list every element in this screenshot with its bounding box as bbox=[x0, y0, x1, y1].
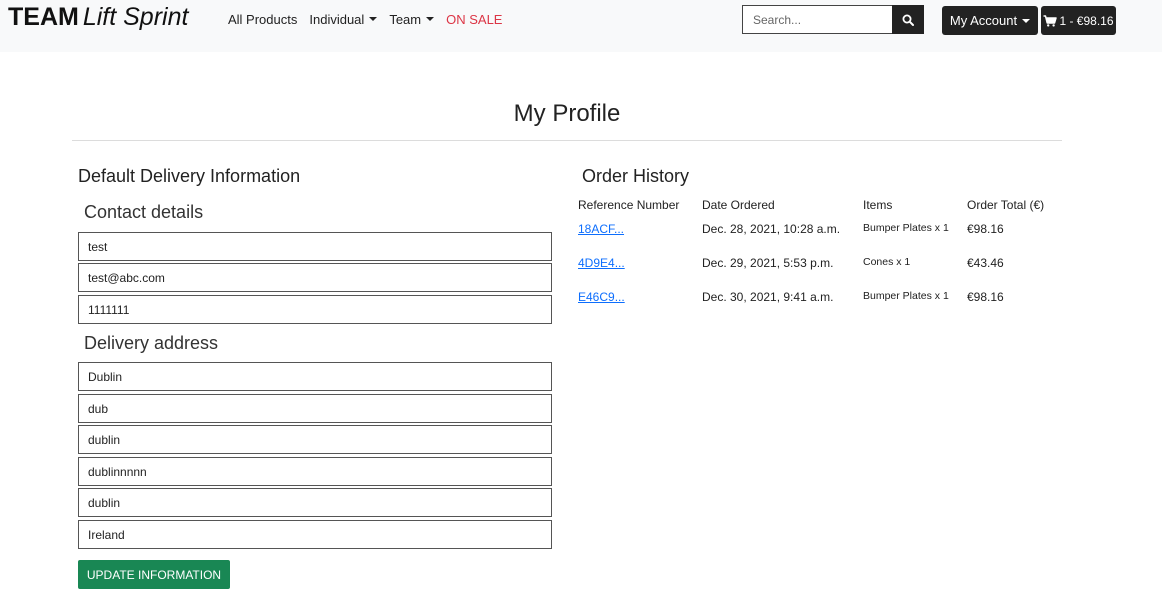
page-title: My Profile bbox=[513, 100, 621, 127]
bag-total-label: 1 - €98.16 bbox=[1059, 13, 1114, 28]
county-field[interactable] bbox=[78, 457, 552, 486]
nav-individual-dropdown[interactable]: Individual bbox=[309, 12, 378, 27]
navbar: TEAM Lift Sprint All Products Individual … bbox=[0, 0, 1162, 52]
order-total: €98.16 bbox=[967, 222, 1004, 236]
nav-on-sale[interactable]: ON SALE bbox=[446, 12, 502, 27]
full-name-field[interactable] bbox=[78, 232, 552, 261]
main-nav: All Products Individual Team ON SALE bbox=[228, 12, 514, 27]
brand-part1: TEAM bbox=[8, 3, 79, 31]
title-divider bbox=[72, 140, 1062, 141]
update-information-button[interactable]: UPDATE INFORMATION bbox=[78, 560, 230, 589]
town-city-field[interactable] bbox=[78, 425, 552, 454]
brand-part2: Lift Sprint bbox=[82, 3, 189, 31]
order-reference-link[interactable]: 18ACF... bbox=[578, 222, 624, 236]
order-items: Bumper Plates x 1 bbox=[863, 222, 949, 234]
shopping-cart-icon bbox=[1043, 14, 1058, 27]
order-items: Cones x 1 bbox=[863, 256, 911, 268]
order-date: Dec. 29, 2021, 5:53 p.m. bbox=[702, 256, 834, 270]
column-header-reference: Reference Number bbox=[578, 198, 680, 212]
brand-logo[interactable]: TEAM Lift Sprint bbox=[8, 3, 188, 32]
shopping-bag-button[interactable]: 1 - €98.16 bbox=[1041, 6, 1116, 35]
my-account-button[interactable]: My Account bbox=[942, 6, 1038, 35]
order-reference-link[interactable]: E46C9... bbox=[578, 290, 625, 304]
search-button[interactable] bbox=[892, 5, 924, 34]
order-date: Dec. 28, 2021, 10:28 a.m. bbox=[702, 222, 841, 236]
order-items: Bumper Plates x 1 bbox=[863, 290, 949, 302]
search-input[interactable] bbox=[742, 5, 893, 34]
email-field[interactable] bbox=[78, 263, 552, 292]
street-address-2-field[interactable] bbox=[78, 394, 552, 423]
postcode-field[interactable] bbox=[78, 488, 552, 517]
search-icon bbox=[902, 14, 914, 26]
caret-down-icon bbox=[369, 17, 378, 21]
country-field[interactable] bbox=[78, 520, 552, 549]
nav-all-products[interactable]: All Products bbox=[228, 12, 297, 27]
column-header-date: Date Ordered bbox=[702, 198, 775, 212]
nav-team-label: Team bbox=[389, 12, 422, 27]
street-address-1-field[interactable] bbox=[78, 362, 552, 391]
phone-number-field[interactable] bbox=[78, 295, 552, 324]
column-header-items: Items bbox=[863, 198, 893, 212]
order-total: €98.16 bbox=[967, 290, 1004, 304]
order-date: Dec. 30, 2021, 9:41 a.m. bbox=[702, 290, 834, 304]
caret-down-icon bbox=[1022, 18, 1031, 23]
order-reference-link[interactable]: 4D9E4... bbox=[578, 256, 625, 270]
nav-individual-label: Individual bbox=[309, 12, 365, 27]
my-account-label: My Account bbox=[949, 13, 1018, 28]
delivery-address-title: Delivery address bbox=[84, 333, 219, 353]
caret-down-icon bbox=[426, 17, 435, 21]
nav-team-dropdown[interactable]: Team bbox=[389, 12, 435, 27]
column-header-total: Order Total (€) bbox=[967, 198, 1045, 212]
order-total: €43.46 bbox=[967, 256, 1004, 270]
delivery-section-title: Default Delivery Information bbox=[78, 166, 301, 186]
contact-details-title: Contact details bbox=[84, 202, 204, 222]
order-history-title: Order History bbox=[582, 166, 690, 186]
